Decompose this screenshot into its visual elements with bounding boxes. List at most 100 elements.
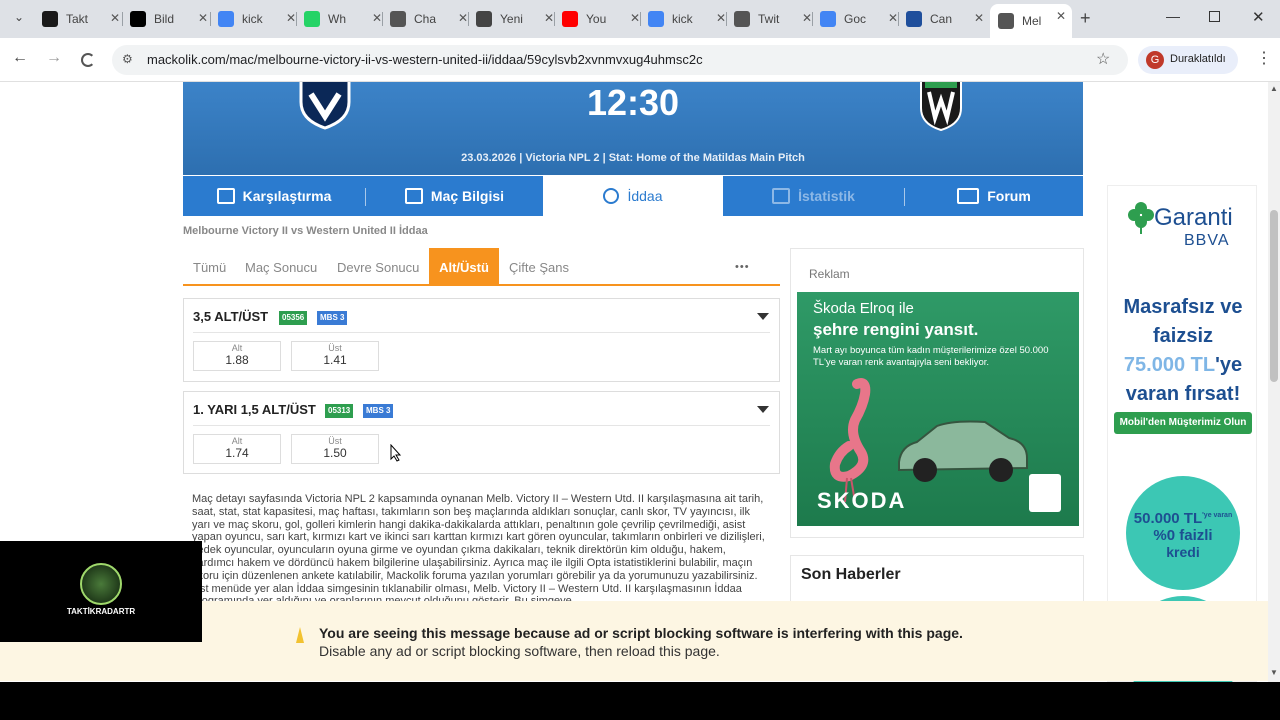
tab-title: Can — [930, 12, 953, 26]
browser-tab[interactable]: kick ✕ — [648, 6, 726, 32]
nav-mac-bilgisi[interactable]: Maç Bilgisi — [366, 176, 543, 216]
minimize-icon[interactable]: — — [1166, 8, 1180, 24]
chatgpt-icon — [390, 11, 406, 27]
tab-title: Wh — [328, 12, 346, 26]
address-bar[interactable]: ⚙ mackolik.com/mac/melbourne-victory-ii-… — [112, 45, 1128, 75]
browser-tab[interactable]: Twit ✕ — [734, 6, 812, 32]
browser-tab[interactable]: Bild ✕ — [130, 6, 208, 32]
odd-button-alt[interactable]: Alt 1.88 — [193, 341, 281, 371]
close-window-icon[interactable]: ✕ — [1252, 8, 1265, 26]
taskbar — [0, 682, 1280, 720]
browser-tab[interactable]: Cha ✕ — [390, 6, 468, 32]
bet-tab-cifte-sans[interactable]: Çifte Şans — [501, 248, 577, 286]
garanti-credit-circle: 50.000 TL'ye varan %0 faizli kredi — [1126, 476, 1240, 590]
video-brand: TAKTİKRADARTR — [66, 607, 136, 616]
bet-tab-mac-sonucu[interactable]: Maç Sonucu — [237, 248, 325, 286]
tab-close-icon[interactable]: ✕ — [1056, 9, 1066, 23]
browser-tab[interactable]: Takt ✕ — [42, 6, 120, 32]
mouse-cursor-icon — [390, 444, 402, 462]
garanti-headline: Masrafsız ve — [1123, 296, 1243, 318]
radar-logo-icon — [80, 563, 122, 605]
back-icon[interactable]: ← — [12, 49, 28, 67]
menu-dots-icon[interactable]: ⋮ — [1256, 48, 1272, 68]
bet-tab-devre-sonucu[interactable]: Devre Sonucu — [329, 248, 427, 286]
expand-caret-icon[interactable] — [757, 406, 769, 413]
browser-tab[interactable]: You ✕ — [562, 6, 640, 32]
restore-icon[interactable] — [1209, 11, 1220, 22]
news-title: Son Haberler — [801, 566, 901, 583]
more-tabs-icon[interactable]: ••• — [727, 248, 758, 286]
browser-tab[interactable]: Yeni ✕ — [476, 6, 554, 32]
browser-tab[interactable]: Goc ✕ — [820, 6, 898, 32]
tab-close-icon[interactable]: ✕ — [630, 11, 640, 25]
odd-button-ust[interactable]: Üst 1.41 — [291, 341, 379, 371]
skoda-ad[interactable]: Škoda Elroq ile şehre rengini yansıt. Ma… — [797, 292, 1079, 526]
tab-close-icon[interactable]: ✕ — [716, 11, 726, 25]
new-tab-icon[interactable]: + — [1080, 8, 1091, 29]
odd-label: Üst — [328, 436, 342, 446]
url-text[interactable]: mackolik.com/mac/melbourne-victory-ii-vs… — [147, 52, 703, 67]
garanti-headline: varan fırsat! — [1125, 383, 1241, 405]
scroll-up-icon[interactable]: ▲ — [1270, 84, 1278, 93]
odd-button-alt[interactable]: Alt 1.74 — [193, 434, 281, 464]
nav-label: İstatistik — [798, 188, 855, 204]
mbs-badge: MBS 3 — [317, 311, 348, 325]
nav-forum[interactable]: Forum — [905, 176, 1083, 216]
forward-icon[interactable]: → — [46, 49, 62, 67]
nav-label: Maç Bilgisi — [430, 188, 505, 204]
tab-title: Bild — [154, 12, 175, 26]
tab-close-icon[interactable]: ✕ — [110, 11, 120, 25]
tab-title: Cha — [414, 12, 437, 26]
nav-karsilastirma[interactable]: Karşılaştırma — [183, 176, 365, 216]
tab-search-button[interactable]: ⌄ — [10, 10, 28, 28]
garanti-amount: 75.000 TL — [1123, 354, 1216, 376]
scroll-down-icon[interactable]: ▼ — [1270, 668, 1278, 677]
tab-close-icon[interactable]: ✕ — [286, 11, 296, 25]
match-nav: Karşılaştırma Maç Bilgisi İddaa İstatist… — [183, 176, 1083, 216]
video-overlay[interactable]: TAKTİKRADARTR — [0, 541, 202, 642]
bookmark-star-icon[interactable]: ☆ — [1096, 49, 1110, 69]
wwf-logo-icon — [1029, 474, 1061, 512]
odd-value: 1.41 — [323, 353, 347, 367]
market-card: 1. YARI 1,5 ALT/ÜST 05313 MBS 3 Alt 1.74… — [183, 391, 780, 474]
nav-iddaa[interactable]: İddaa — [543, 176, 723, 216]
garanti-clover-icon — [1128, 202, 1154, 234]
tab-close-icon[interactable]: ✕ — [888, 11, 898, 25]
profile-button[interactable]: G Duraklatıldı — [1138, 46, 1238, 74]
expand-caret-icon[interactable] — [757, 313, 769, 320]
odd-button-ust[interactable]: Üst 1.50 — [291, 434, 379, 464]
browser-tab[interactable]: kick ✕ — [218, 6, 296, 32]
tab-close-icon[interactable]: ✕ — [198, 11, 208, 25]
loading-spinner-icon[interactable] — [81, 53, 95, 67]
globe-icon — [998, 13, 1014, 29]
browser-tab[interactable]: Can ✕ — [906, 6, 984, 32]
page-scrollbar[interactable]: ▲ ▼ — [1268, 82, 1280, 682]
adblock-instruction: Disable any ad or script blocking softwa… — [319, 643, 720, 659]
ad-headline: şehre rengini yansıt. — [813, 320, 979, 339]
bet-tab-tumu[interactable]: Tümü — [185, 248, 234, 286]
tab-close-icon[interactable]: ✕ — [372, 11, 382, 25]
tab-title: Twit — [758, 12, 780, 26]
forum-icon — [957, 188, 980, 204]
breadcrumb: Melbourne Victory II vs Western United I… — [183, 225, 428, 237]
tab-title: Yeni — [500, 12, 523, 26]
tab-close-icon[interactable]: ✕ — [544, 11, 554, 25]
nav-istatistik[interactable]: İstatistik — [723, 176, 904, 216]
browser-tab[interactable]: Wh ✕ — [304, 6, 382, 32]
scroll-thumb[interactable] — [1270, 210, 1278, 382]
garanti-brand-sub: BBVA — [1184, 232, 1230, 249]
match-header: 12:30 23.03.2026 | Victoria NPL 2 | Stat… — [183, 82, 1083, 175]
garanti-headline: faizsiz — [1152, 325, 1214, 347]
site-settings-icon[interactable]: ⚙ — [122, 52, 133, 66]
info-board-icon — [404, 188, 423, 204]
tab-title: Takt — [66, 12, 89, 26]
garanti-cta-button[interactable]: Mobil'den Müşterimiz Olun — [1114, 412, 1252, 434]
x-logo-icon — [130, 11, 146, 27]
tab-close-icon[interactable]: ✕ — [802, 11, 812, 25]
globe-icon — [734, 11, 750, 27]
tab-close-icon[interactable]: ✕ — [974, 11, 984, 25]
tab-close-icon[interactable]: ✕ — [458, 11, 468, 25]
youtube-icon — [562, 11, 578, 27]
browser-tab[interactable]: Mel ✕ — [990, 4, 1072, 38]
bet-tab-alt-ustu[interactable]: Alt/Üstü — [429, 248, 499, 286]
